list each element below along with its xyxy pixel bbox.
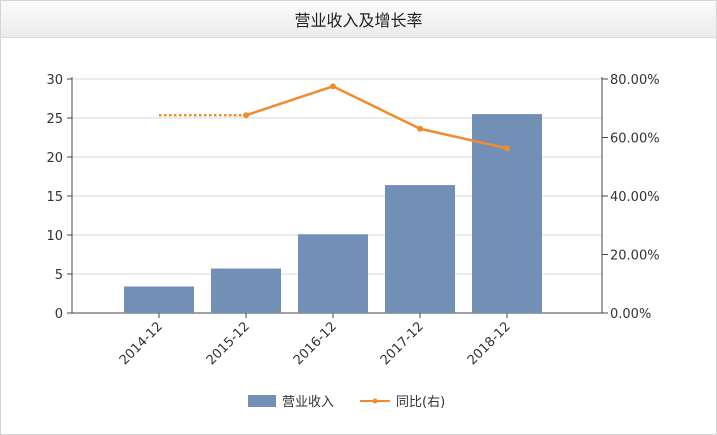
x-tick-label: 2018-12 — [465, 319, 514, 368]
y-right-tick-label: 20.00% — [610, 249, 660, 264]
line-segment — [244, 85, 335, 117]
line-segment — [331, 85, 422, 130]
legend-swatch-line-point — [372, 398, 378, 404]
y-left-tick-label: 20 — [46, 151, 63, 166]
bar — [211, 268, 281, 313]
x-tick-label: 2017-12 — [378, 319, 427, 368]
bar — [385, 185, 455, 313]
y-left-tick-label: 10 — [46, 229, 63, 244]
y-left-tick-label: 15 — [46, 190, 63, 205]
line-point — [417, 125, 423, 132]
line-point — [330, 83, 336, 90]
y-right-tick-label: 40.00% — [610, 190, 660, 205]
y-left-tick-label: 5 — [55, 268, 63, 283]
y-left-tick-label: 30 — [46, 73, 63, 88]
y-left-tick-label: 0 — [55, 307, 63, 322]
line-point — [243, 112, 249, 119]
legend-swatch-bar — [248, 395, 276, 407]
x-tick-label: 2014-12 — [117, 319, 166, 368]
y-left-tick-label: 25 — [46, 112, 63, 127]
legend-label-line: 同比(右) — [396, 395, 445, 410]
legend-label-bar: 营业收入 — [282, 395, 334, 410]
bar — [124, 286, 194, 313]
y-right-tick-label: 60.00% — [610, 132, 660, 147]
y-right-tick-label: 80.00% — [610, 73, 660, 88]
x-tick-label: 2016-12 — [291, 319, 340, 368]
chart-svg: 0 5 10 15 20 25 30 0.00% 20.00% 40.00% 60.00% 80.00… — [46, 73, 660, 410]
y-right-tick-label: 0.00% — [610, 307, 651, 322]
bar — [298, 234, 368, 313]
x-tick-label: 2015-12 — [204, 319, 253, 368]
line-point — [504, 145, 510, 152]
